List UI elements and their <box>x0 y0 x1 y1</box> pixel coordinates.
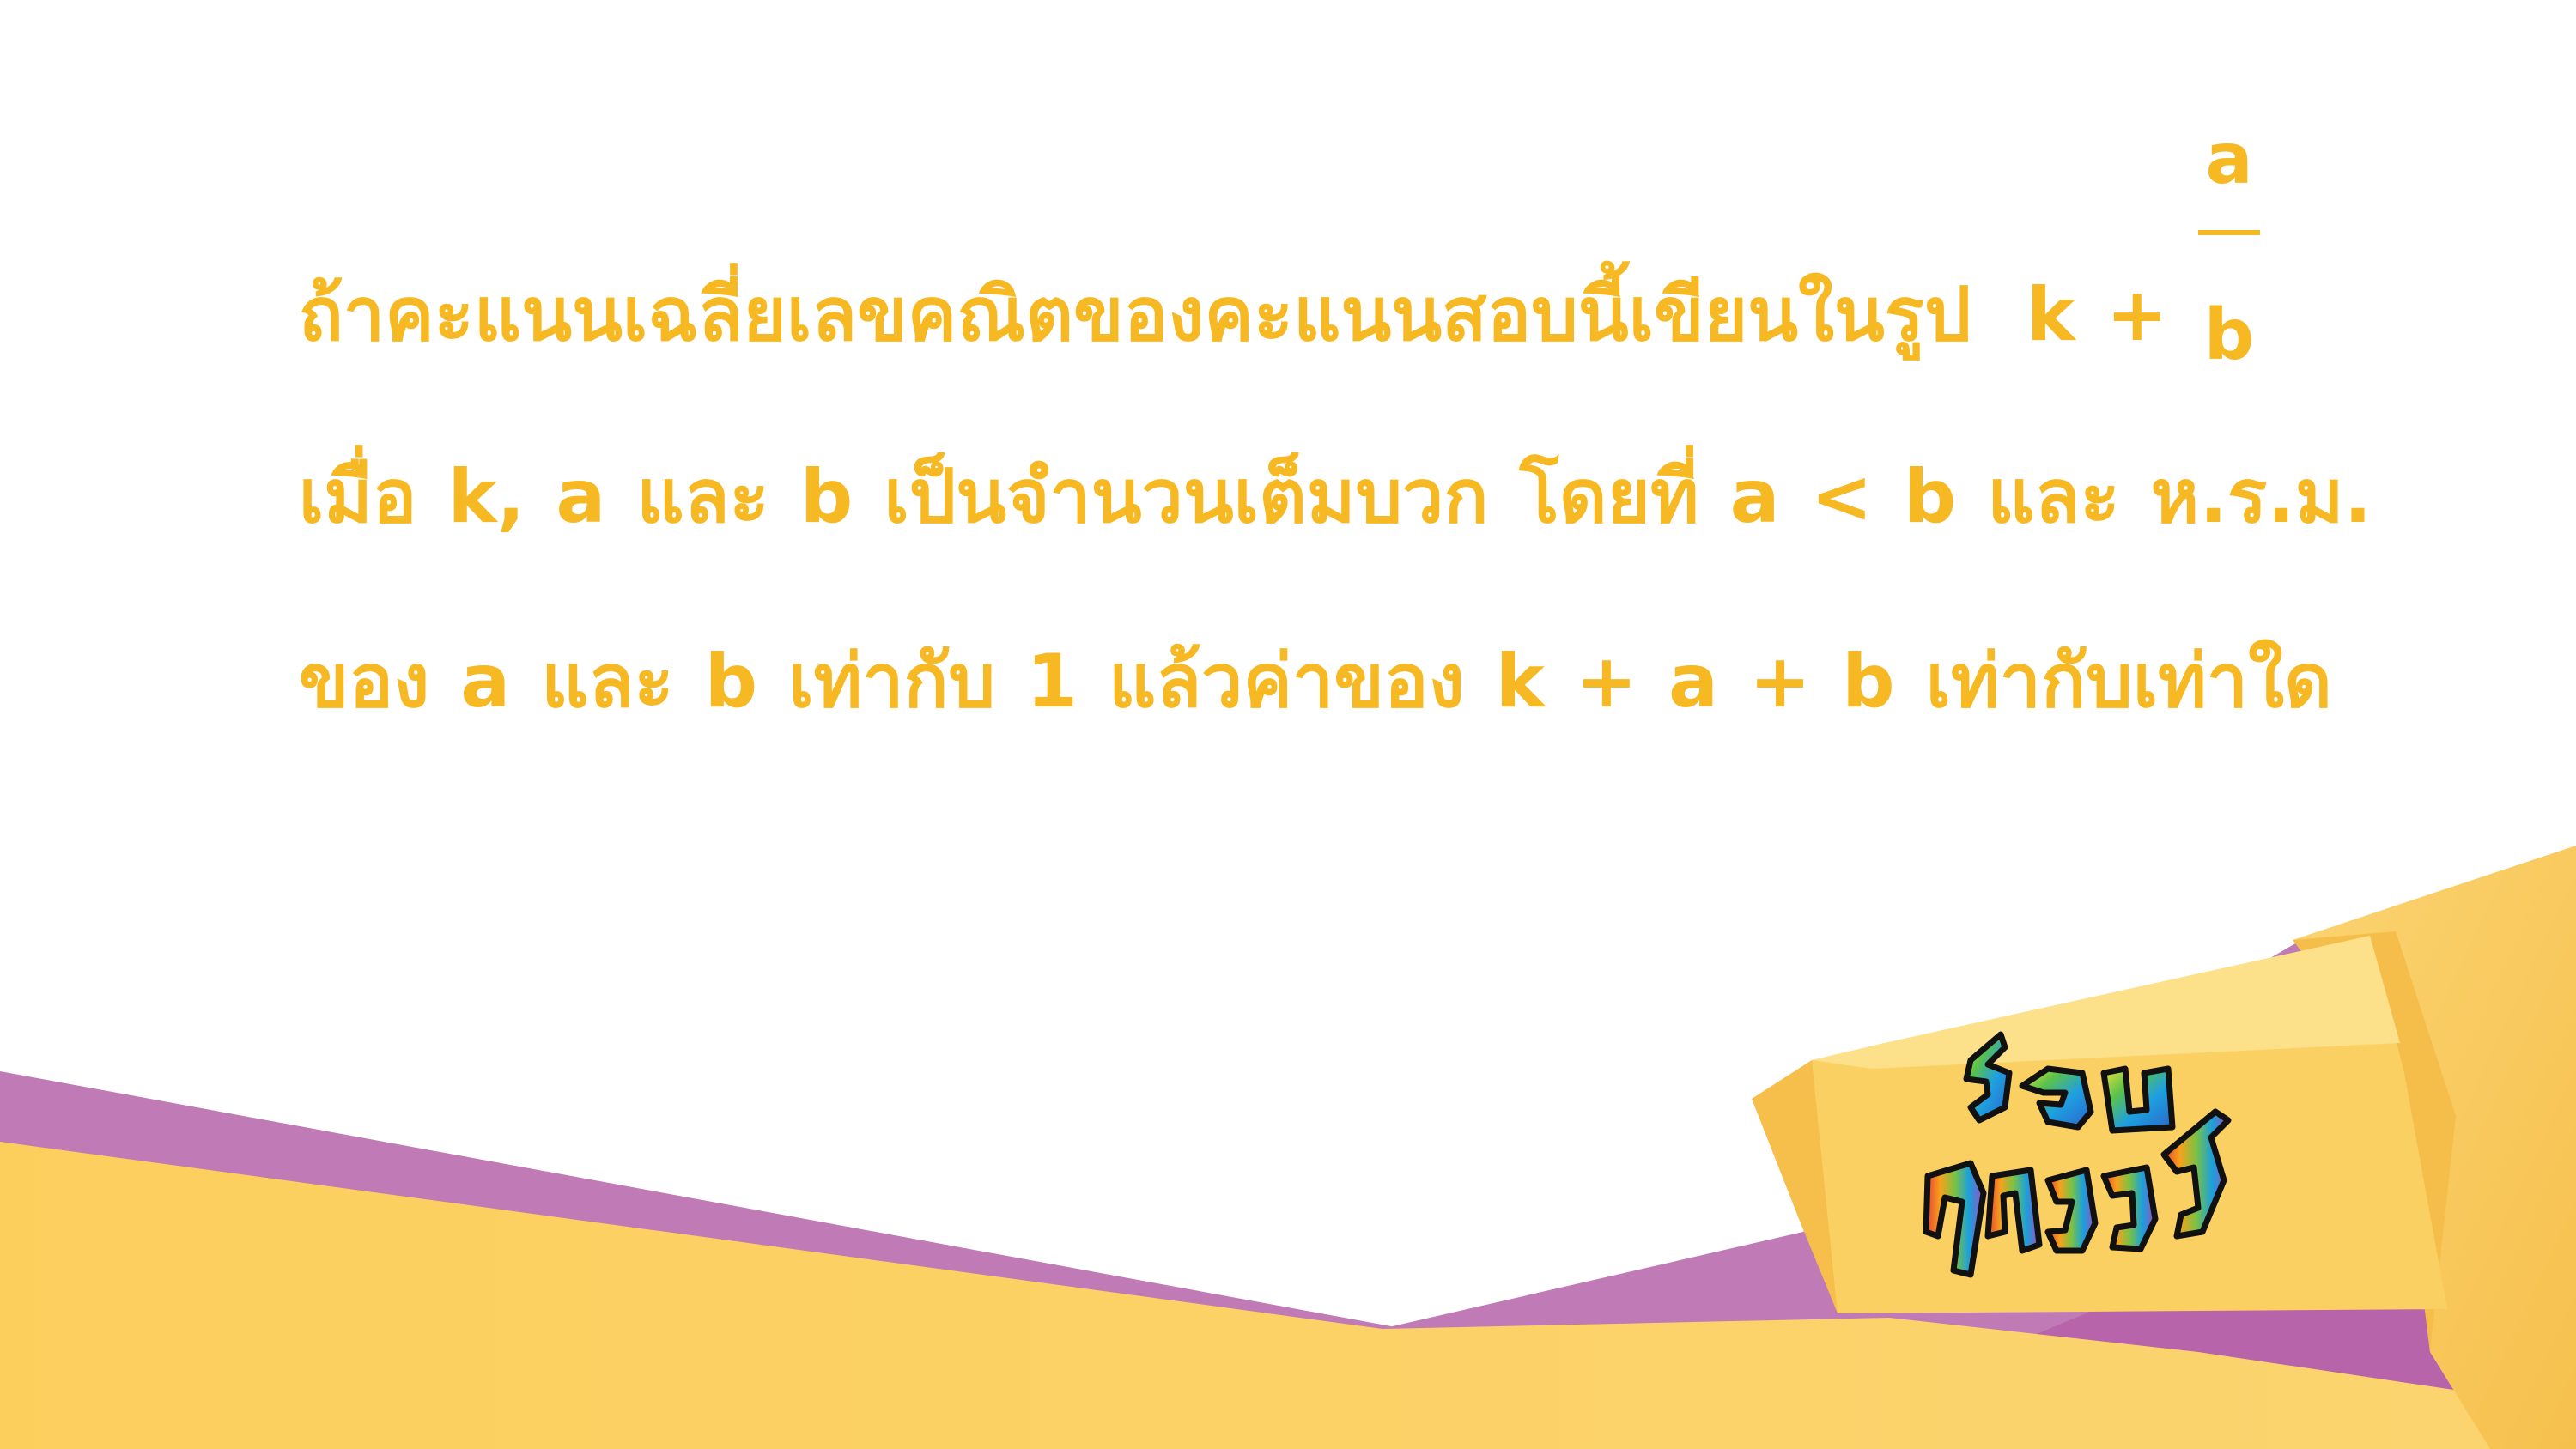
question-word: a <box>556 454 606 540</box>
question-word: k <box>2026 272 2075 358</box>
question-word: เท่ากับ <box>788 639 996 724</box>
fraction-denominator: b <box>2203 294 2255 376</box>
question-word: a <box>1668 639 1719 724</box>
question-word: ถ้าคะแนนเฉลี่ยเลขคณิตของคะแนนสอบนี้เขียน… <box>298 272 1971 358</box>
question-word: < <box>1810 454 1873 540</box>
fraction-numerator: a <box>2205 118 2253 200</box>
question-word: a <box>460 639 511 724</box>
question-word: + <box>1749 639 1812 724</box>
question-word: ห.ร.ม. <box>2150 454 2372 540</box>
fraction-bar <box>2198 230 2260 235</box>
question-word: + <box>1575 639 1637 724</box>
logo-top-word <box>1963 1031 2176 1134</box>
question-word: และ <box>541 639 674 724</box>
question-word: แล้วค่าของ <box>1109 639 1465 724</box>
question-word: k <box>1495 639 1545 724</box>
question-word: และ <box>1987 454 2120 540</box>
question-line-3: ของ a และ b เท่ากับ 1 แล้วค่าของ k + a + b เท่ากับเท… <box>196 571 2332 792</box>
question-word: 1 <box>1026 639 1078 724</box>
question-word: เมื่อ <box>298 454 417 540</box>
question-word: b <box>1842 639 1895 724</box>
question-word: b <box>704 639 758 724</box>
question-word: โดยที่ <box>1519 454 1699 540</box>
question-word: เท่ากับเท่าใด <box>1925 639 2332 724</box>
slide: ถ้าคะแนนเฉลี่ยเลขคณิตของคะแนนสอบนี้เขียน… <box>0 0 2576 1449</box>
question-word: b <box>799 454 854 540</box>
logo-bottom-word <box>1923 1108 2232 1278</box>
question-word: a <box>1729 454 1780 540</box>
question-word: k, <box>447 454 526 540</box>
question-word: และ <box>636 454 769 540</box>
show-logo <box>1923 1031 2232 1278</box>
question-word: b <box>1903 454 1957 540</box>
question-word: ของ <box>298 639 430 724</box>
question-word: + <box>2105 272 2168 358</box>
question-word: เป็นจำนวนเต็มบวก <box>884 454 1489 540</box>
